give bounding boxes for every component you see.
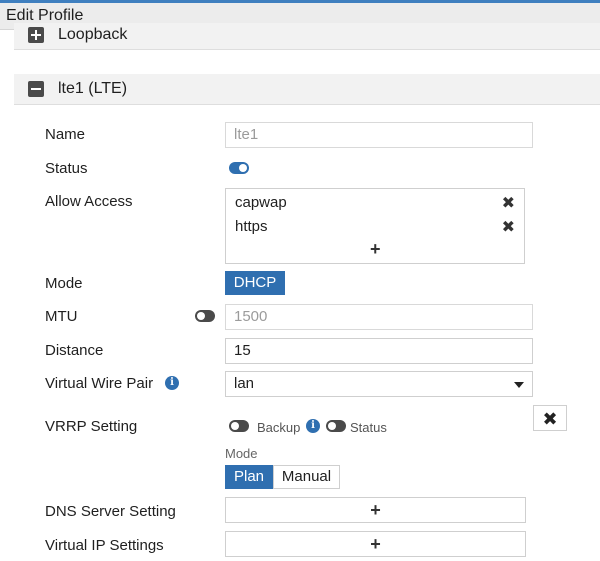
vrrp-mode-plan-button[interactable]: Plan	[225, 465, 273, 489]
section-loopback-label: Loopback	[58, 26, 128, 43]
remove-https-icon[interactable]: ✖	[502, 217, 515, 237]
vrrp-status-label: Status	[350, 420, 387, 435]
vrrp-backup-label: Backup	[257, 420, 301, 435]
name-field[interactable]: lte1	[225, 122, 533, 148]
dns-server-label: DNS Server Setting	[45, 503, 176, 520]
add-access-icon[interactable]: +	[370, 239, 381, 260]
vrrp-backup-toggle[interactable]	[229, 420, 249, 432]
dns-server-add-button[interactable]: +	[225, 497, 526, 523]
vrrp-status-toggle[interactable]	[326, 420, 346, 432]
name-label: Name	[45, 126, 86, 143]
collapse-minus-icon[interactable]	[28, 81, 44, 97]
virtual-wire-pair-select[interactable]: lan	[225, 371, 533, 397]
allow-access-label: Allow Access	[45, 193, 133, 210]
vrrp-mode-label: Mode	[225, 446, 258, 461]
mode-dhcp-button[interactable]: DHCP	[225, 271, 285, 295]
vrrp-mode-manual-button[interactable]: Manual	[273, 465, 340, 489]
virtual-ip-label: Virtual IP Settings	[45, 537, 164, 554]
section-lte[interactable]: lte1 (LTE)	[14, 74, 600, 105]
section-loopback[interactable]: Loopback	[14, 23, 600, 50]
chevron-down-icon	[514, 382, 524, 388]
mtu-label: MTU	[45, 308, 78, 325]
virtual-wire-pair-label: Virtual Wire Pair	[45, 375, 154, 392]
expand-plus-icon[interactable]	[28, 27, 44, 43]
status-toggle[interactable]	[229, 162, 249, 174]
info-icon[interactable]: i	[165, 376, 179, 390]
vrrp-close-button[interactable]: ✖	[533, 405, 567, 431]
virtual-ip-add-button[interactable]: +	[225, 531, 526, 557]
distance-label: Distance	[45, 342, 104, 359]
plus-icon: +	[370, 534, 381, 554]
allow-access-box[interactable]: capwap ✖ https ✖ +	[225, 188, 525, 264]
vrrp-setting-label: VRRP Setting	[45, 418, 138, 435]
mode-label: Mode	[45, 275, 83, 292]
virtual-wire-pair-value: lan	[234, 375, 255, 392]
allow-access-item: https	[235, 218, 268, 235]
distance-field[interactable]: 15	[225, 338, 533, 364]
remove-capwap-icon[interactable]: ✖	[502, 193, 515, 213]
mtu-field[interactable]: 1500	[225, 304, 533, 330]
info-icon[interactable]: i	[306, 419, 320, 433]
section-lte-label: lte1 (LTE)	[58, 80, 128, 97]
status-label: Status	[45, 160, 88, 177]
mtu-override-toggle[interactable]	[195, 310, 215, 322]
plus-icon: +	[370, 500, 381, 520]
allow-access-item: capwap	[235, 194, 287, 211]
